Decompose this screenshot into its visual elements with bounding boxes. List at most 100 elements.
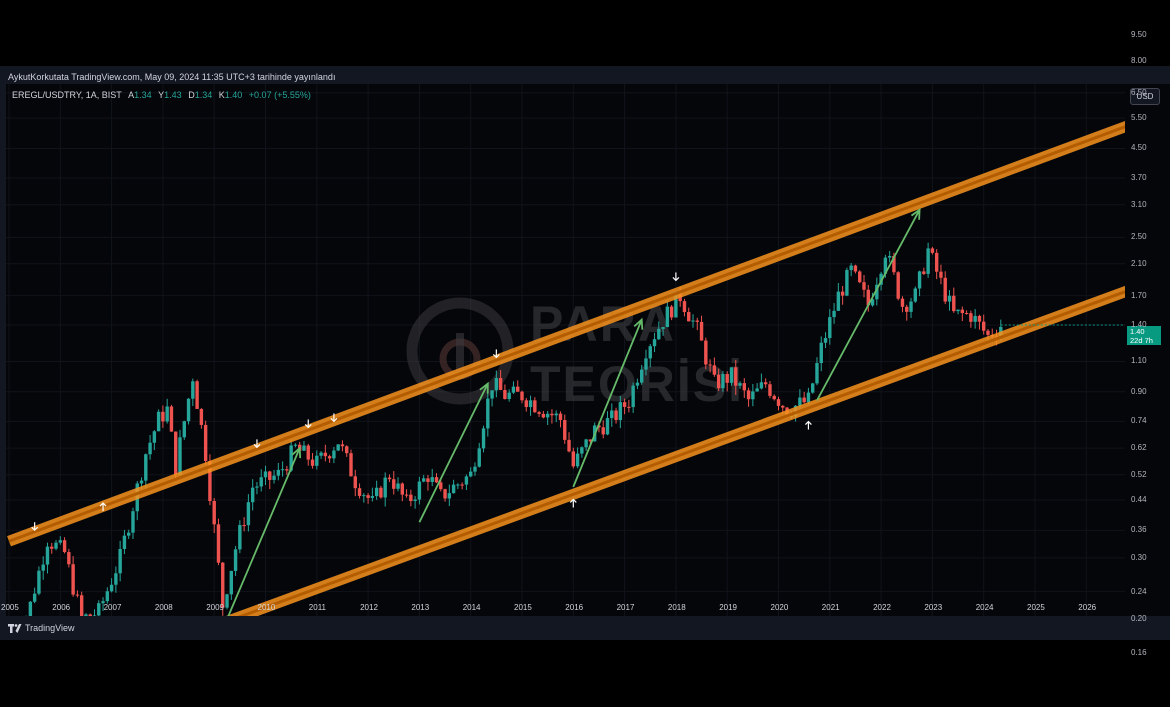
candle-body [973, 315, 977, 322]
candle-body [858, 271, 862, 283]
candle-body [533, 400, 537, 413]
candle-body [721, 374, 725, 389]
candle-body [563, 420, 567, 440]
price-tick-label: 3.70 [1131, 173, 1147, 183]
candle-body [50, 546, 54, 549]
candle-body [640, 369, 644, 383]
price-chart[interactable]: PARATEORİSİ [6, 84, 1125, 616]
candle-body [845, 270, 849, 296]
candle-body [383, 477, 387, 498]
candle-body [127, 532, 131, 536]
candle-body [648, 346, 652, 359]
candle-body [554, 413, 558, 416]
candle-body [310, 459, 315, 466]
candle-body [682, 301, 687, 313]
candle-body [742, 383, 746, 391]
candle-body [986, 330, 990, 335]
candle-body [280, 469, 285, 471]
candle-body [182, 421, 186, 438]
footer-brand[interactable]: TradingView [8, 623, 75, 633]
candle-body [191, 381, 195, 399]
candle-body [276, 469, 281, 476]
candle-body [233, 549, 238, 571]
candle-body [349, 453, 353, 477]
candle-body [144, 454, 148, 481]
candle-body [259, 477, 263, 487]
candle-body [156, 411, 161, 432]
candle-body [806, 392, 811, 403]
candle-body [327, 456, 332, 459]
candle-body [272, 475, 276, 480]
candle-body [434, 477, 439, 483]
year-tick-label: 2018 [667, 603, 686, 612]
candle-body [516, 386, 520, 392]
candle-body [426, 478, 430, 482]
candle-body [695, 320, 699, 322]
candle-body [161, 411, 165, 422]
candle-body [409, 494, 413, 502]
candle-body [763, 382, 768, 385]
price-tick-label: 1.70 [1131, 290, 1147, 300]
candle-body [421, 478, 426, 482]
candle-body [712, 365, 717, 375]
candle-body [229, 570, 233, 595]
candle-body [169, 406, 174, 432]
candle-body [58, 540, 62, 543]
price-tick-label: 0.20 [1131, 614, 1147, 624]
price-axis[interactable] [1125, 84, 1170, 616]
candle-body [853, 265, 858, 272]
candle-body [725, 374, 729, 383]
candle-body [439, 482, 443, 490]
candle-body [473, 466, 477, 472]
candle-body [97, 603, 101, 616]
candle-body [84, 614, 88, 616]
candle-body [238, 525, 242, 550]
candle-body [456, 484, 460, 486]
candle-body [781, 405, 785, 408]
candle-body [661, 327, 665, 329]
candle-body [242, 525, 246, 527]
candle-body [541, 413, 546, 418]
candle-body [387, 477, 392, 480]
year-tick-label: 2017 [616, 603, 635, 612]
candle-body [768, 384, 772, 396]
candle-body [524, 400, 528, 408]
price-tick-label: 0.16 [1131, 647, 1147, 657]
candle-body [336, 444, 340, 451]
candle-body [302, 445, 306, 451]
candle-body [614, 410, 618, 421]
candle-body [537, 412, 541, 414]
candle-body [32, 593, 37, 602]
candle-body [729, 367, 734, 383]
price-tick-label: 2.10 [1131, 258, 1147, 268]
price-tick-label: 5.50 [1131, 113, 1147, 123]
year-tick-label: 2013 [411, 603, 430, 612]
candle-body [443, 489, 447, 499]
candle-body [952, 295, 956, 312]
candle-body [943, 277, 947, 302]
candle-body [105, 591, 110, 602]
year-tick-label: 2010 [257, 603, 276, 612]
candle-body [178, 437, 182, 475]
candle-body [960, 309, 965, 314]
candle-body [520, 391, 524, 401]
candle-body [644, 358, 648, 370]
candle-body [704, 340, 708, 365]
candle-body [357, 488, 362, 496]
candle-body [964, 313, 969, 315]
candle-body [665, 306, 670, 328]
candle-body [285, 469, 289, 471]
year-tick-label: 2012 [360, 603, 378, 612]
candle-body [947, 295, 952, 302]
candle-body [926, 248, 930, 274]
candle-body [734, 367, 738, 386]
year-tick-label: 2019 [719, 603, 737, 612]
candle-body [828, 317, 832, 339]
candle-body [345, 446, 349, 454]
candle-body [370, 496, 375, 498]
year-tick-label: 2022 [873, 603, 891, 612]
chart-pane[interactable]: PARATEORİSİ [6, 84, 1125, 616]
low-value: 1.34 [194, 90, 213, 100]
candle-body [374, 487, 379, 497]
candle-body [62, 540, 67, 553]
